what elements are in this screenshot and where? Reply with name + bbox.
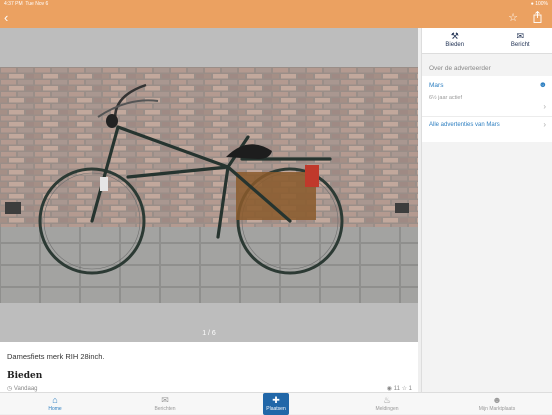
chat-icon: ✉ bbox=[130, 395, 200, 406]
tab-my-marktplaats-label: Mijn Marktplaats bbox=[479, 406, 515, 412]
bid-button-label: Bieden bbox=[445, 42, 464, 48]
listing-main: 1 / 6 Damesfiets merk RIH 28inch. Bieden… bbox=[0, 28, 418, 392]
listing-stats: ◉ 11 ☆ 1 bbox=[387, 385, 412, 392]
tab-home[interactable]: ⌂ Home bbox=[20, 395, 90, 412]
seller-section-title: Over de adverteerder bbox=[429, 65, 491, 72]
listing-date: ◷ Vandaag bbox=[7, 385, 38, 392]
seller-active-time: 6½ jaar actief bbox=[429, 95, 462, 101]
all-ads-label: Alle advertenties van Mars bbox=[429, 122, 500, 128]
auction-hammer-icon: ⚒ bbox=[422, 31, 488, 42]
action-bar: ⚒ Bieden ✉ Bericht bbox=[422, 28, 552, 54]
top-nav-bar: ‹ ☆ bbox=[0, 8, 552, 28]
chat-bubbles-icon: ✉ bbox=[488, 31, 552, 42]
tab-place-ad-label: Plaatsen bbox=[266, 406, 285, 412]
bid-button[interactable]: ⚒ Bieden bbox=[422, 28, 488, 53]
chevron-right-icon: › bbox=[543, 102, 546, 111]
listing-description: Damesfiets merk RIH 28inch. bbox=[7, 352, 105, 361]
tab-notifications-label: Meldingen bbox=[375, 406, 398, 412]
photo-gallery[interactable]: 1 / 6 bbox=[0, 28, 418, 342]
side-panel: ⚒ Bieden ✉ Bericht Over de adverteerder … bbox=[421, 28, 552, 392]
home-icon: ⌂ bbox=[20, 395, 90, 406]
tab-my-marktplaats[interactable]: ☻ Mijn Marktplaats bbox=[462, 395, 532, 412]
seller-name[interactable]: Mars bbox=[429, 82, 443, 89]
tab-home-label: Home bbox=[48, 406, 61, 412]
message-button-label: Bericht bbox=[511, 42, 530, 48]
all-seller-ads-link[interactable]: Alle advertenties van Mars › bbox=[422, 116, 552, 134]
tab-place-ad[interactable]: ✚ Plaatsen bbox=[263, 393, 289, 415]
bid-heading: Bieden bbox=[7, 371, 42, 381]
add-contact-icon[interactable]: ☻ bbox=[539, 80, 547, 89]
chevron-right-icon: › bbox=[543, 120, 546, 129]
status-time: 4:37 PM Tue Nov 6 bbox=[4, 0, 48, 8]
tab-messages[interactable]: ✉ Berichten bbox=[130, 395, 200, 412]
tab-notifications[interactable]: ♨ Meldingen bbox=[352, 395, 422, 412]
share-icon[interactable] bbox=[533, 11, 542, 23]
star-icon[interactable]: ☆ bbox=[508, 10, 518, 26]
bell-icon: ♨ bbox=[352, 395, 422, 406]
user-icon: ☻ bbox=[462, 395, 532, 406]
bottom-tab-bar: ⌂ Home ✉ Berichten ✚ Plaatsen ♨ Meldinge… bbox=[0, 392, 552, 414]
place-ad-icon: ✚ bbox=[263, 395, 289, 406]
photo-counter: 1 / 6 bbox=[0, 330, 418, 337]
status-battery: ● 100% bbox=[531, 0, 548, 8]
back-chevron-icon[interactable]: ‹ bbox=[4, 10, 8, 26]
message-button[interactable]: ✉ Bericht bbox=[488, 28, 552, 53]
status-bar: 4:37 PM Tue Nov 6 ● 100% bbox=[0, 0, 552, 8]
listing-photo[interactable] bbox=[0, 67, 418, 303]
tab-messages-label: Berichten bbox=[154, 406, 175, 412]
